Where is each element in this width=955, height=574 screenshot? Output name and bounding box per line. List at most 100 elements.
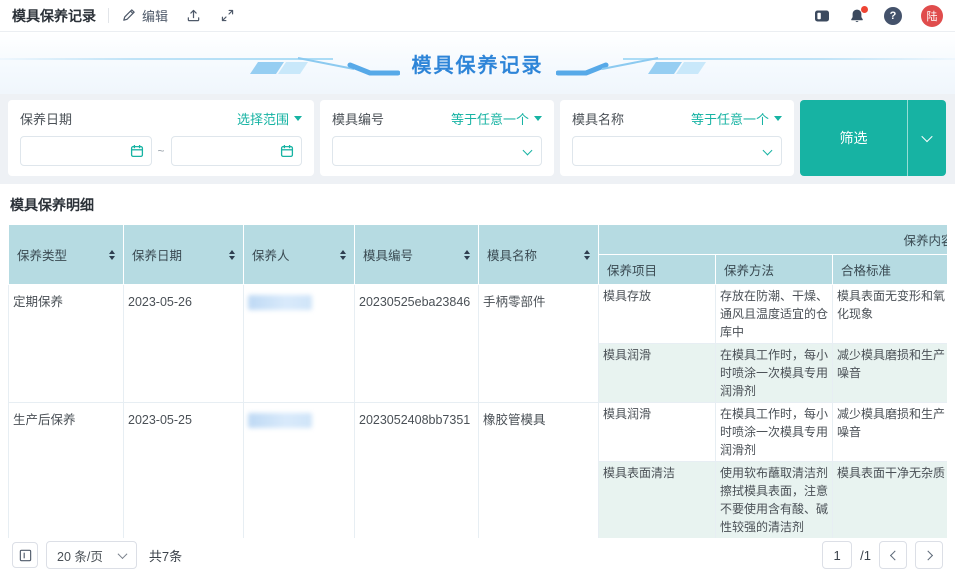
cell-standard: 减少模具磨损和生产噪音 [833,344,948,403]
filter-bar: 保养日期 选择范围 ~ [0,94,955,184]
column-settings-button[interactable] [12,542,38,568]
cell-method: 存放在防潮、干燥、通风且温度适宜的仓库中 [716,285,833,344]
filter-mold-name-operator-dropdown[interactable]: 等于任意一个 [691,109,782,128]
mold-name-select-input[interactable] [573,137,781,165]
app-window: 模具保养记录 编辑 ? 陆 [0,0,955,574]
cell-mold-name: 橡胶管模具 [479,403,599,539]
topbar-right-group: ? 陆 [814,5,943,27]
sort-icon[interactable] [229,250,235,260]
sort-icon[interactable] [340,250,346,260]
column-header-mold-no: 模具编号 [355,225,479,285]
cell-standard: 模具表面干净无杂质 [833,462,948,539]
cell-maintenance-date: 2023-05-25 [124,403,244,539]
next-page-button[interactable] [915,541,943,569]
cell-item: 模具存放 [599,285,716,344]
filter-date-label: 保养日期 [20,109,72,128]
cell-item: 模具润滑 [599,403,716,462]
notifications-button[interactable] [849,8,865,24]
calendar-icon [130,144,144,163]
cell-maintenance-type: 生产后保养 [9,403,124,539]
chevron-down-icon [921,131,932,142]
cell-mold-name: 手柄零部件 [479,285,599,403]
cell-item: 模具表面清洁 [599,462,716,539]
column-header-standard: 合格标准 [833,255,948,285]
cell-standard: 减少模具磨损和生产噪音 [833,403,948,462]
filter-mold-no-label: 模具编号 [332,109,384,128]
filter-card-mold-no: 模具编号 等于任意一个 [320,100,554,176]
cell-maintainer [244,285,355,403]
page-banner: 模具保养记录 [0,32,955,94]
chevron-left-icon [889,550,899,560]
redacted-name [248,295,312,310]
section-title: 模具保养明细 [8,184,947,224]
column-group-header-maintenance-content: 保养内容 [599,225,948,255]
banner-decoration-right [556,43,706,83]
cell-maintainer [244,403,355,539]
edit-button[interactable]: 编辑 [121,6,168,25]
pagination-bar: 20 条/页 共7条 1 /1 [8,538,947,574]
mold-name-select[interactable] [572,136,782,166]
table-settings-icon [18,548,33,563]
upload-icon [186,8,202,24]
prev-page-button[interactable] [879,541,907,569]
sidebar-toggle-icon[interactable] [814,8,830,24]
chevron-right-icon [923,550,933,560]
fullscreen-button[interactable] [220,8,236,24]
table-scroll-area[interactable]: 保养类型 保养日期 保养人 模具编号 模具名称 [8,224,947,538]
filter-submit-caret-button[interactable] [908,100,946,176]
caret-down-icon [294,116,302,121]
filter-date-operator-dropdown[interactable]: 选择范围 [237,109,302,128]
caret-down-icon [534,116,542,121]
date-range-separator: ~ [158,144,165,158]
help-button[interactable]: ? [884,7,902,25]
top-bar: 模具保养记录 编辑 ? 陆 [0,0,955,32]
cell-method: 使用软布蘸取清洁剂擦拭模具表面，注意不要使用含有酸、碱性较强的清洁剂 [716,462,833,539]
cell-standard: 模具表面无变形和氧化现象 [833,285,948,344]
page-size-value: 20 条/页 [57,546,103,565]
column-header-method: 保养方法 [716,255,833,285]
filter-mold-name-label: 模具名称 [572,109,624,128]
column-header-maintenance-type: 保养类型 [9,225,124,285]
column-header-mold-name: 模具名称 [479,225,599,285]
column-header-item: 保养项目 [599,255,716,285]
mold-no-select[interactable] [332,136,542,166]
caret-down-icon [774,116,782,121]
column-header-maintainer: 保养人 [244,225,355,285]
cell-mold-no: 2023052408bb7351 [355,403,479,539]
notification-dot [861,6,868,13]
cell-maintenance-type: 定期保养 [9,285,124,403]
edit-button-label: 编辑 [142,6,168,25]
maintenance-table: 保养类型 保养日期 保养人 模具编号 模具名称 [8,224,947,538]
filter-card-date: 保养日期 选择范围 ~ [8,100,314,176]
page-title: 模具保养记录 [412,49,544,78]
sort-icon[interactable] [584,250,590,260]
filter-submit-split-button: 筛选 [800,100,946,176]
redacted-name [248,413,312,428]
window-title: 模具保养记录 [12,6,96,26]
table-body: 定期保养2023-05-2620230525eba23846手柄零部件模具存放存… [9,285,948,539]
sort-icon[interactable] [109,250,115,260]
cell-item: 模具润滑 [599,344,716,403]
date-start-field [20,136,152,166]
total-count: 共7条 [149,546,182,565]
banner-decoration-left [250,43,400,83]
cell-method: 在模具工作时，每小时喷涂一次模具专用润滑剂 [716,403,833,462]
sort-icon[interactable] [464,250,470,260]
table-row: 生产后保养2023-05-252023052408bb7351橡胶管模具模具润滑… [9,403,948,462]
pager: 1 /1 [822,541,943,569]
table-row: 定期保养2023-05-2620230525eba23846手柄零部件模具存放存… [9,285,948,344]
mold-no-select-input[interactable] [333,137,541,165]
chevron-down-icon [117,549,127,559]
column-header-maintenance-date: 保养日期 [124,225,244,285]
user-avatar[interactable]: 陆 [921,5,943,27]
divider [108,8,109,23]
filter-mold-no-operator-dropdown[interactable]: 等于任意一个 [451,109,542,128]
cell-maintenance-date: 2023-05-26 [124,285,244,403]
export-button[interactable] [186,8,202,24]
main-panel: 模具保养明细 保养类型 保养日期 保养人 [0,184,955,574]
filter-submit-button[interactable]: 筛选 [800,100,908,176]
date-end-field [171,136,303,166]
current-page-input[interactable]: 1 [822,541,852,569]
page-size-select[interactable]: 20 条/页 [46,541,137,569]
fullscreen-icon [220,8,236,24]
